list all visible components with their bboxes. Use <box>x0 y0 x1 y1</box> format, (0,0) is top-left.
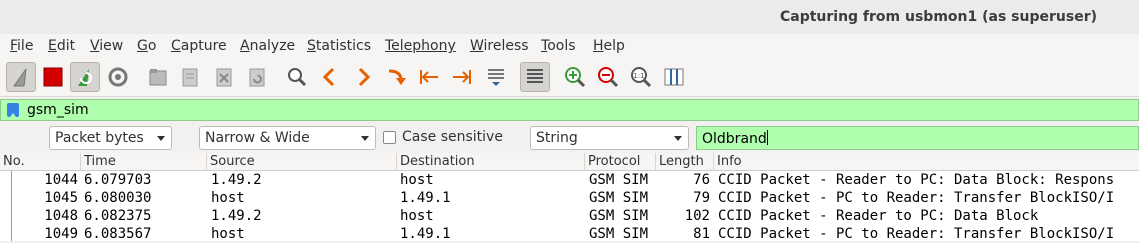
cell-destination: 1.49.1 <box>400 190 451 206</box>
first-packet-icon[interactable] <box>414 62 444 92</box>
cell-source: host <box>211 190 245 206</box>
menu-help[interactable]: Help <box>593 38 625 54</box>
menu-edit[interactable]: Edit <box>48 38 75 54</box>
find-search-input[interactable]: Oldbrand <box>696 126 1139 150</box>
column-header-length[interactable]: Length <box>656 153 714 171</box>
cell-time: 6.082375 <box>84 208 152 224</box>
menu-view[interactable]: View <box>90 38 123 54</box>
cell-time: 6.083567 <box>84 226 152 242</box>
open-file-icon[interactable] <box>143 62 173 92</box>
capture-options-icon[interactable] <box>103 62 133 92</box>
column-header-info[interactable]: Info <box>714 153 1139 171</box>
go-to-packet-icon[interactable] <box>381 62 411 92</box>
cell-no: 1049 <box>44 226 78 242</box>
zoom-out-icon[interactable] <box>593 62 623 92</box>
cell-protocol: GSM SIM <box>589 190 649 206</box>
cell-length: 102 <box>684 208 710 224</box>
column-header-protocol[interactable]: Protocol <box>585 153 656 171</box>
last-packet-icon[interactable] <box>447 62 477 92</box>
cell-no: 1045 <box>44 190 78 206</box>
close-file-icon[interactable] <box>209 62 239 92</box>
main-toolbar: 1:1 <box>0 58 1139 97</box>
svg-text:1:1: 1:1 <box>633 72 644 80</box>
column-header-source[interactable]: Source <box>207 153 397 171</box>
menu-tools[interactable]: Tools <box>541 38 576 54</box>
cell-info: CCID Packet - Reader to PC: Data Block <box>718 208 1039 224</box>
chevron-down-icon <box>361 136 369 141</box>
cell-length: 81 <box>693 226 710 242</box>
normal-size-icon[interactable]: 1:1 <box>626 62 656 92</box>
case-sensitive-checkbox[interactable] <box>383 131 396 144</box>
menu-file[interactable]: File <box>10 38 33 54</box>
cell-length: 76 <box>693 172 710 188</box>
case-sensitive-label[interactable]: Case sensitive <box>402 129 503 145</box>
display-filter-input[interactable]: gsm_sim <box>0 99 1139 121</box>
window-titlebar: Capturing from usbmon1 (as superuser) <box>0 0 1139 34</box>
menu-go[interactable]: Go <box>137 38 156 54</box>
reload-file-icon[interactable] <box>242 62 272 92</box>
cell-destination: host <box>400 208 434 224</box>
cell-source: host <box>211 226 245 242</box>
shark-fin-icon[interactable] <box>6 62 36 92</box>
find-packet-icon[interactable] <box>282 62 312 92</box>
go-back-icon[interactable] <box>315 62 345 92</box>
search-type-select[interactable]: String <box>530 126 689 150</box>
table-row[interactable]: 1045 6.080030 host 1.49.1 GSM SIM 79 CCI… <box>0 189 1139 207</box>
cell-protocol: GSM SIM <box>589 226 649 242</box>
column-header-no[interactable]: No. <box>0 153 81 171</box>
bookmark-icon[interactable] <box>7 103 19 117</box>
search-in-select[interactable]: Packet bytes <box>49 126 172 150</box>
column-header-time[interactable]: Time <box>81 153 207 171</box>
autoscroll-icon[interactable] <box>481 62 511 92</box>
zoom-in-icon[interactable] <box>560 62 590 92</box>
cell-destination: host <box>400 172 434 188</box>
cell-time: 6.079703 <box>84 172 152 188</box>
cell-time: 6.080030 <box>84 190 152 206</box>
column-header-destination[interactable]: Destination <box>397 153 585 171</box>
cell-length: 79 <box>693 190 710 206</box>
cell-info: CCID Packet - PC to Reader: Transfer Blo… <box>718 190 1115 206</box>
cell-source: 1.49.2 <box>211 172 262 188</box>
display-filter-value: gsm_sim <box>27 102 89 118</box>
go-forward-icon[interactable] <box>348 62 378 92</box>
table-row[interactable]: 1044 6.079703 1.49.2 host GSM SIM 76 CCI… <box>0 171 1139 189</box>
stop-icon[interactable] <box>38 62 68 92</box>
cell-no: 1044 <box>44 172 78 188</box>
packet-list-header: No. Time Source Destination Protocol Len… <box>0 153 1139 171</box>
window-title: Capturing from usbmon1 (as superuser) <box>779 9 1097 25</box>
cell-destination: 1.49.1 <box>400 226 451 242</box>
cell-protocol: GSM SIM <box>589 208 649 224</box>
menu-bar: File Edit View Go Capture Analyze Statis… <box>0 34 1139 58</box>
cell-source: 1.49.2 <box>211 208 262 224</box>
colorize-icon[interactable] <box>520 62 550 92</box>
table-row[interactable]: 1048 6.082375 1.49.2 host GSM SIM 102 CC… <box>0 207 1139 225</box>
table-row[interactable]: 1049 6.083567 host 1.49.1 GSM SIM 81 CCI… <box>0 225 1139 243</box>
packet-list: 1044 6.079703 1.49.2 host GSM SIM 76 CCI… <box>0 171 1139 243</box>
menu-wireless[interactable]: Wireless <box>470 38 529 54</box>
menu-telephony[interactable]: Telephony <box>385 38 456 54</box>
save-file-icon[interactable] <box>175 62 205 92</box>
chevron-down-icon <box>157 136 165 141</box>
restart-capture-icon[interactable] <box>70 62 100 92</box>
cell-no: 1048 <box>44 208 78 224</box>
chevron-down-icon <box>674 136 682 141</box>
char-width-select[interactable]: Narrow & Wide <box>199 126 376 150</box>
cell-protocol: GSM SIM <box>589 172 649 188</box>
menu-statistics[interactable]: Statistics <box>307 38 371 54</box>
resize-columns-icon[interactable] <box>659 62 689 92</box>
cell-info: CCID Packet - PC to Reader: Transfer Blo… <box>718 226 1115 242</box>
cell-info: CCID Packet - Reader to PC: Data Block: … <box>718 172 1115 188</box>
menu-analyze[interactable]: Analyze <box>240 38 295 54</box>
menu-capture[interactable]: Capture <box>171 38 227 54</box>
